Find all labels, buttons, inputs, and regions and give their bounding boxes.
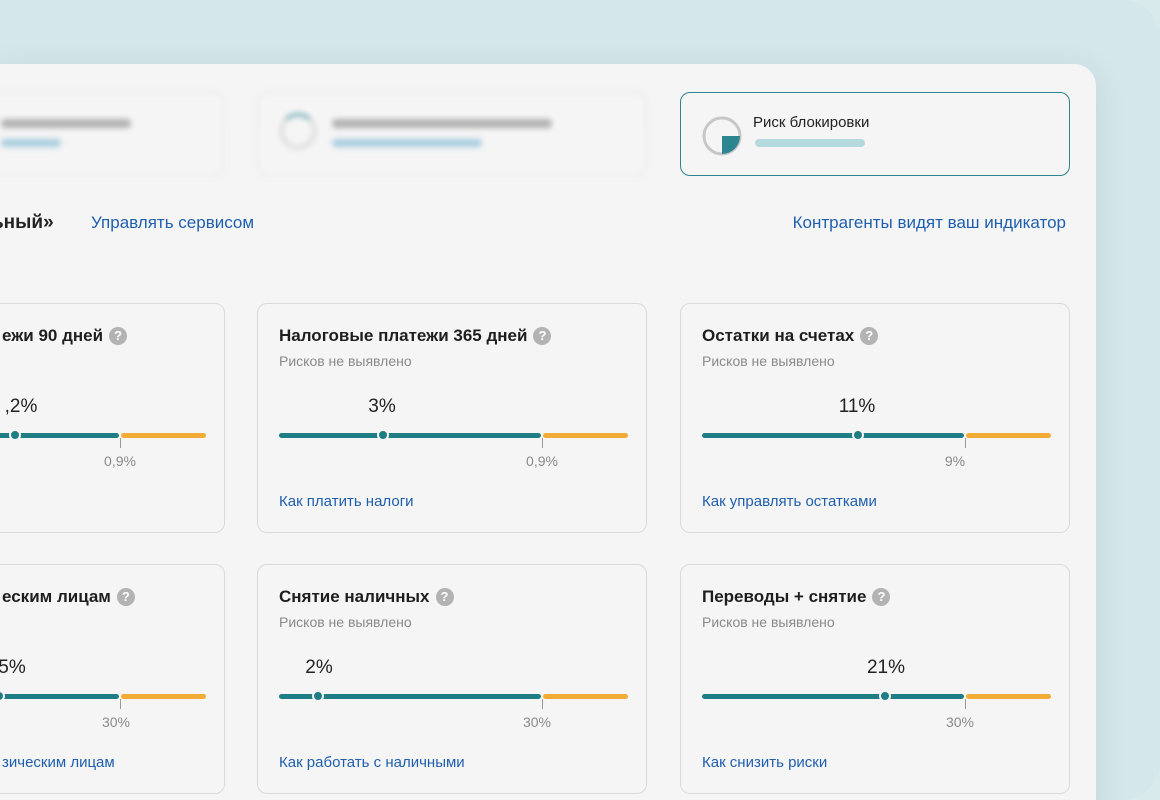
counterparties-indicator-link[interactable]: Контрагенты видят ваш индикатор (793, 213, 1066, 233)
metric-value: ,2% (4, 396, 38, 417)
card-title: Остатки на счетах? (702, 326, 879, 346)
threshold-tick (120, 438, 121, 448)
help-icon[interactable]: ? (109, 327, 128, 345)
metric-value: 3% (368, 396, 396, 417)
block-risk-progress (755, 139, 865, 147)
block-risk-title: Риск блокировки (753, 114, 870, 131)
main-panel: Риск блокировки ьный» Управлять сервисом… (0, 64, 1096, 800)
track-safe (702, 694, 964, 699)
card-title: Снятие наличных? (279, 587, 454, 607)
card-link[interactable]: Как платить налоги (279, 493, 414, 510)
value-marker (377, 429, 389, 441)
metric-card-individuals: еским лицам? 5% 30% зическим лицам (0, 564, 225, 794)
card-link[interactable]: Как снизить риски (702, 754, 827, 771)
card-status: Рисков не выявлено (702, 353, 835, 369)
card-status: Рисков не выявлено (702, 614, 835, 630)
metric-card-tax-90: ежи 90 дней? ,2% 0,9% (0, 303, 225, 533)
value-marker (852, 429, 864, 441)
risk-gauge-icon (702, 116, 742, 156)
metric-value: 11% (838, 396, 876, 417)
threshold-tick (965, 699, 966, 709)
section-title: ьный» (0, 212, 54, 233)
status-card-internal[interactable] (257, 92, 647, 176)
card-title: Переводы + снятие? (702, 587, 891, 607)
card-link[interactable]: Как работать с наличными (279, 754, 465, 771)
threshold-tick (542, 438, 543, 448)
track-risk (966, 694, 1051, 699)
threshold-label: 30% (101, 714, 131, 730)
status-card-block-risk[interactable]: Риск блокировки (680, 92, 1070, 176)
card-status: Рисков не выявлено (279, 614, 412, 630)
track-safe (279, 433, 541, 438)
track-risk (966, 433, 1051, 438)
metric-value: 21% (866, 657, 906, 678)
threshold-label: 30% (522, 714, 552, 730)
status-card-partial[interactable] (0, 92, 224, 176)
track-safe (702, 433, 964, 438)
threshold-tick (120, 699, 121, 709)
card-status: Рисков не выявлено (279, 353, 412, 369)
value-marker (879, 690, 891, 702)
track-risk (121, 694, 206, 699)
metric-card-tax-365: Налоговые платежи 365 дней? Рисков не вы… (257, 303, 647, 533)
help-icon[interactable]: ? (435, 588, 454, 606)
metric-card-cash: Снятие наличных? Рисков не выявлено 2% 3… (257, 564, 647, 794)
track-risk (543, 694, 628, 699)
threshold-label: 0,9% (526, 453, 558, 469)
app-frame: Риск блокировки ьный» Управлять сервисом… (0, 0, 1160, 800)
threshold-label: 0,9% (104, 453, 136, 469)
metric-value: 5% (0, 657, 26, 678)
help-icon[interactable]: ? (533, 327, 552, 345)
threshold-label: 30% (945, 714, 975, 730)
threshold-label: 9% (944, 453, 966, 469)
track-risk (543, 433, 628, 438)
card-title: Налоговые платежи 365 дней? (279, 326, 552, 346)
metric-card-transfers: Переводы + снятие? Рисков не выявлено 21… (680, 564, 1070, 794)
card-link[interactable]: зическим лицам (2, 754, 115, 771)
card-title: ежи 90 дней? (2, 326, 128, 346)
manage-service-link[interactable]: Управлять сервисом (91, 213, 254, 233)
value-marker (0, 690, 5, 702)
help-icon[interactable]: ? (116, 588, 135, 606)
metric-card-balances: Остатки на счетах? Рисков не выявлено 11… (680, 303, 1070, 533)
card-link[interactable]: Как управлять остатками (702, 493, 877, 510)
threshold-tick (965, 438, 966, 448)
metric-value: 2% (305, 657, 333, 678)
track-safe (0, 694, 119, 699)
threshold-tick (542, 699, 543, 709)
card-title: еским лицам? (2, 587, 135, 607)
help-icon[interactable]: ? (872, 588, 891, 606)
help-icon[interactable]: ? (860, 327, 879, 345)
value-marker (312, 690, 324, 702)
value-marker (9, 429, 21, 441)
track-risk (121, 433, 206, 438)
gauge-icon (280, 113, 316, 149)
